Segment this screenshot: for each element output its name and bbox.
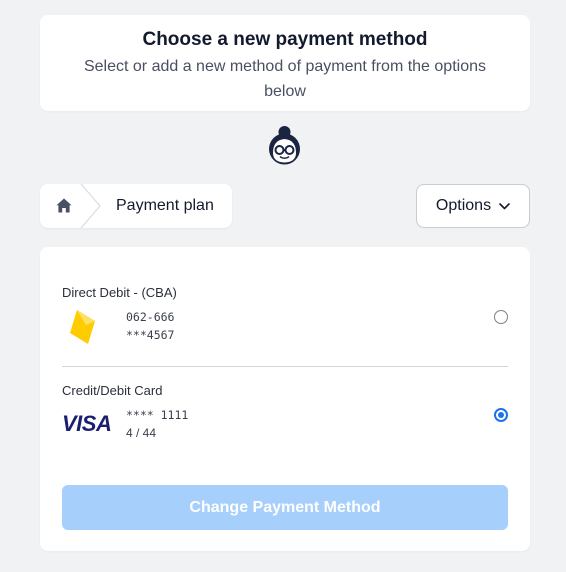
payment-methods-card: Direct Debit - (CBA) 062-666 ***4567 Cre…: [40, 247, 530, 551]
card-expiry: 4 / 44: [126, 426, 157, 440]
payment-method-card[interactable]: Credit/Debit Card VISA **** 1111 4 / 44: [62, 383, 508, 453]
options-label: Options: [435, 197, 492, 214]
payment-method-direct-debit[interactable]: Direct Debit - (CBA) 062-666 ***4567: [62, 285, 508, 355]
assistant-avatar-icon: [267, 126, 302, 166]
options-button[interactable]: Options: [416, 184, 530, 228]
card-number: **** 1111: [126, 408, 189, 422]
method-account-number: ***4567: [126, 328, 175, 342]
breadcrumb: Payment plan: [40, 184, 232, 228]
method-title: Credit/Debit Card: [62, 383, 163, 398]
visa-logo-icon: VISA: [62, 411, 112, 436]
divider: [62, 366, 508, 367]
home-icon: [56, 198, 72, 213]
page-subtitle: Select or add a new method of payment fr…: [83, 58, 486, 100]
breadcrumb-current: Payment plan: [116, 197, 214, 214]
breadcrumb-separator: [80, 184, 101, 228]
cba-logo-icon: [62, 307, 102, 352]
method-bsb: 062-666: [126, 310, 175, 324]
page-header-card: Choose a new payment method Select or ad…: [40, 15, 530, 111]
chevron-down-icon: [499, 202, 510, 209]
page-title: Choose a new payment method: [142, 29, 428, 50]
method-radio-direct-debit[interactable]: [494, 310, 508, 324]
method-radio-card[interactable]: [494, 408, 508, 422]
method-title: Direct Debit - (CBA): [62, 285, 177, 300]
change-payment-method-button[interactable]: Change Payment Method: [62, 485, 508, 530]
